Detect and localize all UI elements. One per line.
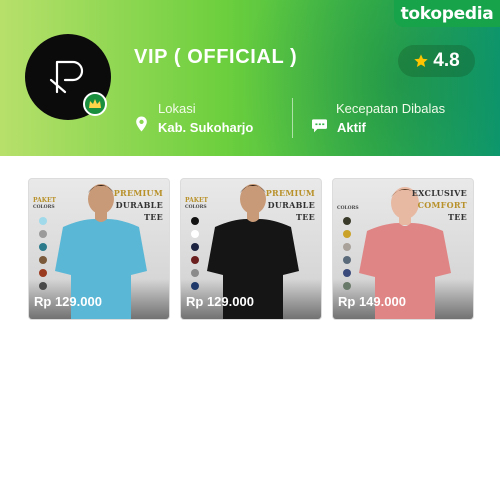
product-side-label: PAKET COLORS [33, 197, 56, 210]
promo-text: EXCLUSIVE COMFORT TEE [411, 188, 467, 222]
promo-text: PREMIUM DURABLE TEE [113, 188, 163, 222]
color-swatch [343, 256, 351, 264]
color-swatch [191, 282, 199, 290]
product-price: Rp 149.000 [338, 294, 406, 309]
location-pin-icon [136, 116, 147, 132]
location-value: Kab. Sukoharjo [158, 120, 254, 135]
color-swatch [39, 282, 47, 290]
color-swatches [39, 217, 49, 295]
color-swatch [39, 217, 47, 225]
color-swatch [39, 269, 47, 277]
color-swatches [191, 217, 201, 295]
color-swatch [191, 217, 199, 225]
info-divider [292, 98, 293, 138]
crown-badge-icon [83, 92, 107, 116]
color-swatch [39, 243, 47, 251]
color-swatch [343, 230, 351, 238]
color-swatch [191, 269, 199, 277]
shop-logo-icon [49, 60, 84, 94]
color-swatch [343, 282, 351, 290]
product-side-label: PAKET COLORS [185, 197, 208, 210]
product-side-label: COLORS [337, 206, 359, 211]
product-card-2[interactable]: PAKET COLORS PREMIUM DURABLE TEE Rp 129.0… [180, 178, 322, 320]
response-speed-value: Aktif [337, 120, 366, 135]
color-swatch [39, 230, 47, 238]
promo-text: PREMIUM DURABLE TEE [265, 188, 315, 222]
star-icon [414, 54, 428, 67]
product-card-3[interactable]: COLORS EXCLUSIVE COMFORT TEE Rp 149.000 [332, 178, 474, 320]
color-swatches [343, 217, 353, 295]
product-price: Rp 129.000 [34, 294, 102, 309]
product-price: Rp 129.000 [186, 294, 254, 309]
color-swatch [343, 243, 351, 251]
color-swatch [191, 243, 199, 251]
tokopedia-logo: tokopedia [394, 0, 500, 27]
color-swatch [39, 256, 47, 264]
color-swatch [191, 256, 199, 264]
product-card-1[interactable]: PAKET COLORS PREMIUM DURABLE TEE Rp 129.0… [28, 178, 170, 320]
color-swatch [191, 230, 199, 238]
location-label: Lokasi [158, 101, 196, 116]
shop-rating: 4.8 [398, 45, 475, 77]
color-swatch [343, 217, 351, 225]
shop-name: VIP ( OFFICIAL ) [134, 46, 298, 68]
response-speed-label: Kecepatan Dibalas [336, 101, 446, 116]
chat-icon [312, 119, 327, 133]
color-swatch [343, 269, 351, 277]
shop-header: tokopedia VIP ( OFFICIAL ) 4.8 Lokasi Ka… [0, 0, 500, 156]
rating-value: 4.8 [433, 50, 460, 71]
